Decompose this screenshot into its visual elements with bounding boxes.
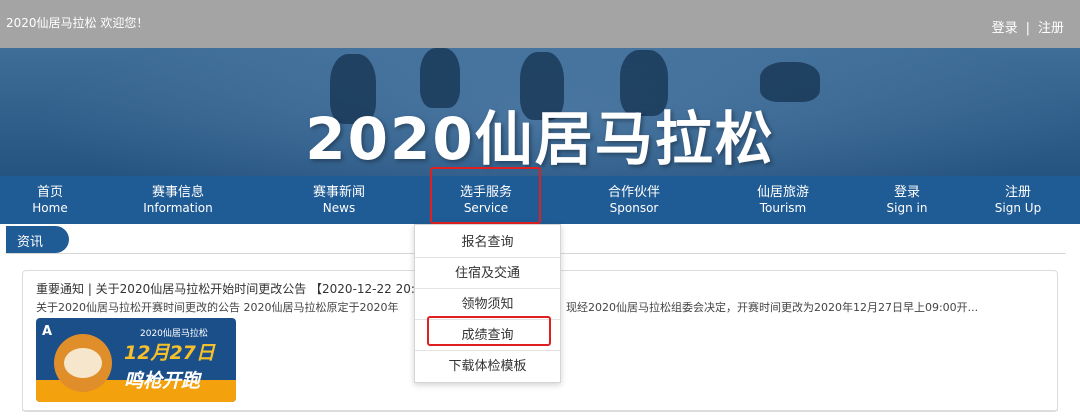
nav-item-tourism[interactable]: 仙居旅游 Tourism <box>723 181 843 215</box>
news-title-link[interactable]: 重要通知 | 关于2020仙居马拉松开始时间更改公告 【2020-12-22 2… <box>36 280 430 297</box>
login-link[interactable]: 登录 <box>992 21 1018 36</box>
nav-item-home[interactable]: 首页 Home <box>0 181 110 215</box>
nav-item-signup[interactable]: 注册 Sign Up <box>958 181 1078 215</box>
register-link[interactable]: 注册 <box>1038 21 1064 36</box>
poster-slogan: 鸣枪开跑 <box>124 370 201 392</box>
menu-item-accommodation-transport[interactable]: 住宿及交通 <box>415 258 560 289</box>
mascot-face <box>64 348 102 378</box>
nav-service-highlight-box <box>430 167 541 224</box>
news-summary-right: 现经2020仙居马拉松组委会决定，开赛时间更改为2020年12月27日早上09:… <box>566 301 979 314</box>
news-summary-left: 关于2020仙居马拉松开赛时间更改的公告 2020仙居马拉松原定于2020年 <box>36 301 399 314</box>
results-query-highlight-box <box>427 316 551 346</box>
poster-date: 12月27日 <box>124 342 215 364</box>
poster-logo: A <box>42 324 53 339</box>
nav-label-zh: 赛事信息 <box>151 185 204 200</box>
menu-item-registration-query[interactable]: 报名查询 <box>415 227 560 258</box>
hero-title: 2020仙居马拉松 <box>305 105 775 173</box>
auth-links: 登录 | 注册 <box>992 17 1064 36</box>
nav-label-zh: 合作伙伴 <box>607 185 660 200</box>
welcome-text: 2020仙居马拉松 欢迎您！ <box>6 16 149 30</box>
section-tab-news[interactable]: 资讯 <box>6 226 69 253</box>
nav-label-zh: 仙居旅游 <box>756 185 809 200</box>
nav-label-en: Sign in <box>886 201 928 215</box>
nav-label-zh: 登录 <box>893 185 920 200</box>
nav-label-en: News <box>322 201 356 215</box>
nav-label-en: Sponsor <box>609 201 659 215</box>
nav-item-sponsor[interactable]: 合作伙伴 Sponsor <box>574 181 694 215</box>
next-card-edge <box>22 410 1058 416</box>
nav-item-news[interactable]: 赛事新闻 News <box>279 181 399 215</box>
nav-item-signin[interactable]: 登录 Sign in <box>847 181 967 215</box>
top-bar: 2020仙居马拉松 欢迎您！ 登录 | 注册 <box>0 0 1080 48</box>
service-dropdown-menu: 报名查询 住宿及交通 领物须知 成绩查询 下载体检模板 <box>414 224 561 383</box>
nav-label-zh: 注册 <box>1004 185 1031 200</box>
auth-separator: | <box>1025 21 1030 36</box>
news-poster-image[interactable]: A 2020仙居马拉松 12月27日 鸣枪开跑 <box>36 318 236 402</box>
menu-item-download-health-template[interactable]: 下载体检模板 <box>415 351 560 382</box>
nav-label-en: Sign Up <box>994 201 1042 215</box>
nav-label-en: Tourism <box>759 201 807 215</box>
nav-label-zh: 赛事新闻 <box>312 185 365 200</box>
nav-label-zh: 首页 <box>36 185 63 200</box>
nav-label-en: Information <box>143 201 213 215</box>
nav-item-information[interactable]: 赛事信息 Information <box>118 181 238 215</box>
nav-label-en: Home <box>32 201 68 215</box>
